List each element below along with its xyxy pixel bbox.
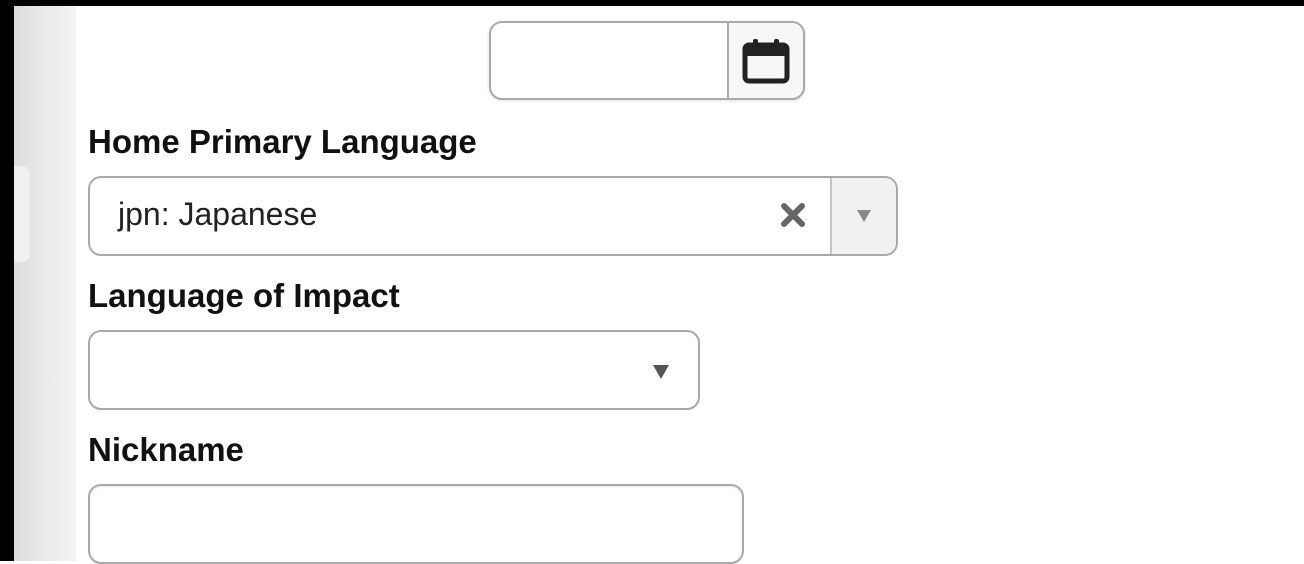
home-primary-language-select[interactable]: jpn: Japanese <box>88 176 898 256</box>
gutter-tab <box>14 166 30 262</box>
nickname-label: Nickname <box>88 431 244 468</box>
clear-selection-button[interactable] <box>776 190 812 240</box>
home-primary-language-label: Home Primary Language <box>88 123 477 160</box>
left-gutter <box>14 6 76 561</box>
language-of-impact-select[interactable] <box>88 330 700 410</box>
left-edge-bar <box>0 0 14 561</box>
language-of-impact-dropdown-toggle[interactable] <box>646 360 676 384</box>
date-input[interactable] <box>491 23 727 98</box>
date-picker-group <box>489 21 805 100</box>
home-primary-language-value: jpn: Japanese <box>118 196 318 232</box>
caret-down-icon <box>653 365 669 379</box>
language-of-impact-label: Language of Impact <box>88 277 400 314</box>
nickname-input[interactable] <box>88 484 744 564</box>
date-picker-button[interactable] <box>727 23 803 98</box>
calendar-icon <box>742 39 790 84</box>
caret-down-icon <box>857 210 871 222</box>
top-edge-bar <box>0 0 1304 6</box>
home-primary-language-dropdown-toggle[interactable] <box>832 178 896 254</box>
close-icon <box>781 203 805 227</box>
